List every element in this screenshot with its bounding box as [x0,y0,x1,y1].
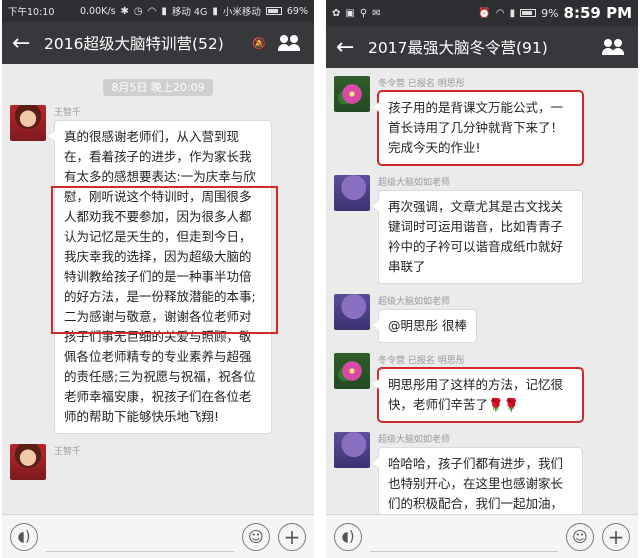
message-text: 真的很感谢老师们，从入营到现在，看着孩子的进步，作为家长我有太多的感想要表达:一… [64,129,256,424]
mute-icon: 🔕 [252,36,266,50]
message-text: 明思彤用了这样的方法，记忆很快，老师们辛苦了🌹🌹 [388,377,564,412]
message-timestamp: 8月5日 晚上20:09 [10,76,306,96]
status-bar: 下午10:10 0.00K/s ✱ ◷ ◠ ▮ 移动 4G ▮ 小米移动 69% [2,0,314,22]
signal-icon-2: ▮ [212,5,218,17]
message-input[interactable] [370,522,558,552]
message-text: 孩子用的是背课文万能公式，一首长诗用了几分钟就背下来了！完成今天的作业! [388,100,564,155]
emoji-icon[interactable]: ☺ [566,522,594,551]
left-phone-screenshot: 下午10:10 0.00K/s ✱ ◷ ◠ ▮ 移动 4G ▮ 小米移动 69%… [2,0,314,558]
sender-name: 王智千 [54,447,82,457]
message-item: 王智千 [10,444,306,480]
message-item: 冬令营 已报名 明思彤 孩子用的是背课文万能公式，一首长诗用了几分钟就背下来了！… [334,76,630,166]
message-item: 超级大脑如如老师 再次强调，文章尤其是古文找关键词时可运用谐音，比如青青子衿中的… [334,175,630,284]
carrier-1: 移动 4G [171,7,208,18]
back-arrow-icon[interactable]: ← [336,35,356,60]
group-members-icon[interactable] [278,34,304,52]
search-icon: ⚲ [359,7,368,19]
emoji-icon[interactable]: ☺ [242,522,270,551]
input-toolbar: ◖) ☺ + [326,514,638,558]
message-input[interactable] [46,522,234,552]
message-list[interactable]: 8月5日 晚上20:09 王智千 真的很感谢老师们，从入营到现在，看着孩子的进步… [2,64,314,514]
sender-name: 王智千 [54,108,82,118]
message-bubble[interactable]: @明思彤 很棒 [373,309,477,343]
alarm-icon: ◷ [133,5,143,17]
sender-name: 超级大脑如如老师 [378,178,451,188]
message-bubble[interactable]: 真的很感谢老师们，从入营到现在，看着孩子的进步，作为家长我有太多的感想要表达:一… [49,120,278,434]
status-time: 8:59 PM [563,4,632,22]
back-arrow-icon[interactable]: ← [12,31,32,56]
battery-level: 9% [541,6,559,20]
chat-title: 2017最强大脑冬令营(91) [368,39,548,57]
message-item: 冬令营 已报名 明思彤 明思彤用了这样的方法，记忆很快，老师们辛苦了🌹🌹 [334,353,630,423]
message-icon: ✉ [372,7,381,19]
message-bubble[interactable]: 明思彤用了这样的方法，记忆很快，老师们辛苦了🌹🌹 [373,367,584,423]
alarm-icon: ⏰ [478,7,491,19]
status-bar: ✿ ▣ ⚲ ✉ ⏰ ◠ ▮ 9% 8:59 PM [326,0,638,26]
avatar[interactable] [334,353,370,389]
signal-icon: ▮ [509,7,516,19]
message-bubble[interactable]: 再次强调，文章尤其是古文找关键词时可运用谐音，比如青青子衿中的子衿可以谐音成纸巾… [373,190,583,284]
message-list[interactable]: 冬令营 已报名 明思彤 孩子用的是背课文万能公式，一首长诗用了几分钟就背下来了！… [326,68,638,514]
message-bubble[interactable]: 哈哈哈，孩子们都有进步，我们也特别开心，在这里也感谢家长们的积极配合，我们一起加… [373,447,583,514]
signal-icon: ▮ [161,5,167,17]
avatar[interactable] [334,294,370,330]
battery-icon [265,7,282,15]
chat-header: ← 2017最强大脑冬令营(91) [326,26,638,68]
sender-name: 冬令营 已报名 明思彤 [378,79,465,89]
status-time: 下午10:10 [8,7,55,18]
sender-name: 超级大脑如如老师 [378,435,451,445]
plus-icon[interactable]: + [278,522,306,551]
message-item: 超级大脑如如老师 @明思彤 很棒 [334,294,630,343]
sender-name: 冬令营 已报名 明思彤 [378,356,465,366]
sender-name: 超级大脑如如老师 [378,297,451,307]
avatar[interactable] [334,76,370,112]
chat-title: 2016超级大脑特训营(52) [44,35,224,53]
chat-header: ← 2016超级大脑特训营(52) 🔕 [2,22,314,64]
message-text: @明思彤 很棒 [388,318,467,333]
carrier-2: 小米移动 [222,7,261,18]
message-item: 超级大脑如如老师 哈哈哈，孩子们都有进步，我们也特别开心，在这里也感谢家长们的积… [334,432,630,514]
avatar[interactable] [334,432,370,468]
avatar[interactable] [10,444,46,480]
plus-icon[interactable]: + [602,522,630,551]
voice-icon[interactable]: ◖) [334,522,362,551]
message-item: 王智千 真的很感谢老师们，从入营到现在，看着孩子的进步，作为家长我有太多的感想要… [10,105,306,434]
image-icon: ▣ [345,7,355,19]
voice-icon[interactable]: ◖) [10,522,38,551]
battery-level: 69% [286,5,308,17]
app-notification-icon: ✿ [332,7,341,19]
message-text: 哈哈哈，孩子们都有进步，我们也特别开心，在这里也感谢家长们的积极配合，我们一起加… [388,456,564,511]
message-text: 再次强调，文章尤其是古文找关键词时可运用谐音，比如青青子衿中的子衿可以谐音成纸巾… [388,199,564,274]
input-toolbar: ◖) ☺ + [2,514,314,558]
message-bubble[interactable]: 孩子用的是背课文万能公式，一首长诗用了几分钟就背下来了！完成今天的作业! [373,90,584,166]
network-speed: 0.00K/s [79,5,116,17]
avatar[interactable] [10,105,46,141]
wifi-icon: ◠ [147,5,157,17]
right-phone-screenshot: ✿ ▣ ⚲ ✉ ⏰ ◠ ▮ 9% 8:59 PM ← 2017最强大脑冬令营(9… [326,0,638,558]
bluetooth-icon: ✱ [120,5,129,17]
wifi-icon: ◠ [495,7,505,19]
group-members-icon[interactable] [602,38,628,56]
battery-icon [520,9,537,17]
avatar[interactable] [334,175,370,211]
